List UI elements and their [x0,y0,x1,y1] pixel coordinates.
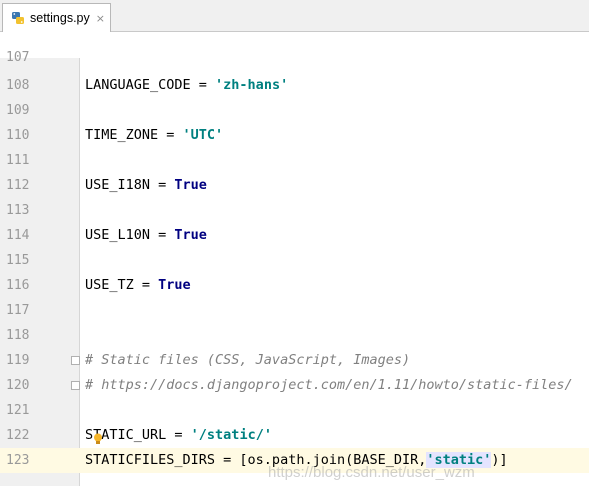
code-line[interactable]: 118 [0,323,589,348]
line-number: 108 [6,78,30,93]
code-line[interactable]: 114 USE_L10N = True [0,223,589,248]
line-number: 113 [6,203,30,218]
code-token: USE_L10N = [85,227,175,243]
line-number: 122 [6,428,30,443]
line-number: 121 [6,403,30,418]
keyword-token: True [174,177,207,193]
code-text: USE_I18N = True [85,173,207,198]
line-number: 115 [6,253,30,268]
line-number: 110 [6,128,30,143]
string-literal: '/static/' [190,427,272,443]
code-comment: # https://docs.djangoproject.com/en/1.11… [85,373,573,398]
intention-bulb-icon[interactable] [93,430,103,444]
line-number: 116 [6,278,30,293]
code-token: # Static files (CSS, JavaScript, Images) [85,352,411,368]
code-editor[interactable]: 107 108 LANGUAGE_CODE = 'zh-hans' 109 110 TI… [0,50,589,486]
code-text: LANGUAGE_CODE = 'zh-hans' [85,73,288,98]
code-token: LANGUAGE_CODE = [85,77,216,93]
line-number: 119 [6,353,30,368]
line-number: 111 [6,153,30,168]
code-line[interactable]: 117 [0,298,589,323]
line-number: 120 [6,378,30,393]
code-token: # https://docs.djangoproject.com/en/1.11… [85,377,573,393]
code-line[interactable]: 120 # https://docs.djangoproject.com/en/1… [0,373,589,398]
code-text: TIME_ZONE = 'UTC' [85,123,223,148]
code-line[interactable]: 109 [0,98,589,123]
keyword-token: True [174,227,207,243]
line-number: 117 [6,303,30,318]
code-text: USE_L10N = True [85,223,207,248]
code-line[interactable]: 113 [0,198,589,223]
code-line[interactable]: 122 STATIC_URL = '/static/' [0,423,589,448]
python-file-icon [11,11,25,25]
line-number: 107 [6,50,30,65]
fold-marker-icon[interactable] [71,381,80,390]
keyword-token: True [158,277,191,293]
code-token: )] [491,452,508,468]
code-line[interactable]: 110 TIME_ZONE = 'UTC' [0,123,589,148]
code-token: USE_TZ = [85,277,159,293]
code-line[interactable]: 115 [0,248,589,273]
code-token: TIME_ZONE = [85,127,183,143]
watermark: https://blog.csdn.net/user_wzm [268,464,475,481]
code-line[interactable]: 119 # Static files (CSS, JavaScript, Imag… [0,348,589,373]
editor-tab-bar: settings.py × [0,0,589,32]
line-number: 114 [6,228,30,243]
tab-settings-py[interactable]: settings.py × [2,3,111,32]
code-line[interactable]: 121 [0,398,589,423]
code-line[interactable]: 116 USE_TZ = True [0,273,589,298]
code-line[interactable]: 112 USE_I18N = True [0,173,589,198]
partial-line: 107 [0,45,589,70]
code-comment: # Static files (CSS, JavaScript, Images) [85,348,410,373]
line-number: 118 [6,328,30,343]
line-number: 112 [6,178,30,193]
string-literal: 'zh-hans' [215,77,289,93]
code-text: STATIC_URL = '/static/' [85,423,272,448]
code-line[interactable]: 108 LANGUAGE_CODE = 'zh-hans' [0,73,589,98]
code-line[interactable]: 111 [0,148,589,173]
tab-label: settings.py [30,11,90,25]
line-number: 123 [0,448,79,473]
line-number: 109 [6,103,30,118]
code-token: USE_I18N = [85,177,175,193]
string-literal: 'UTC' [182,127,224,143]
fold-marker-icon[interactable] [71,356,80,365]
close-tab-icon[interactable]: × [96,13,105,24]
code-text: USE_TZ = True [85,273,191,298]
